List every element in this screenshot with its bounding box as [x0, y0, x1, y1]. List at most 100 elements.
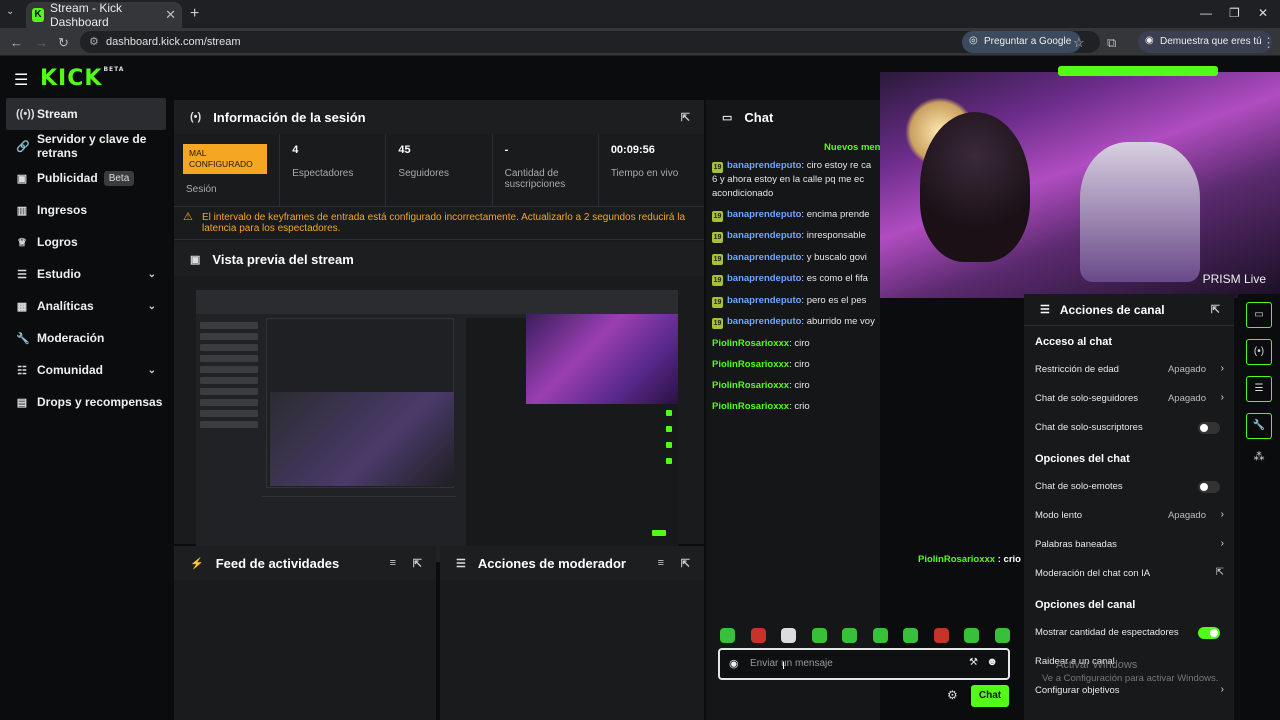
new-messages-indicator[interactable]: Nuevos men	[824, 142, 881, 153]
forward-icon[interactable]: →	[35, 35, 48, 50]
sidebar: ((•)) Stream 🔗 Servidor y clave de retrans…	[0, 98, 172, 720]
sidebar-item-server-key[interactable]: 🔗 Servidor y clave de retrans	[0, 130, 172, 162]
sub-badge: 19	[712, 162, 723, 173]
popout-icon[interactable]: ⇱	[1211, 303, 1220, 316]
popout-icon[interactable]: ⇱	[681, 111, 690, 124]
emotes-only-toggle[interactable]	[1198, 481, 1220, 493]
ask-google-button[interactable]: ◎ Preguntar a Google	[962, 31, 1082, 53]
sidebar-item-stream[interactable]: ((•)) Stream	[6, 98, 166, 130]
emote-icon[interactable]	[994, 628, 1010, 643]
chat-username[interactable]: PiolinRosarioxxx	[712, 401, 789, 412]
ai-moderation-row[interactable]: Moderación del chat con IA ⇱	[1024, 560, 1234, 589]
chat-text: : aburrido me voy	[801, 316, 875, 327]
emote-icon[interactable]	[750, 628, 766, 643]
back-icon[interactable]: ←	[10, 35, 23, 50]
chat-message: PiolinRosarioxxx: crio	[712, 400, 1022, 414]
chat-username[interactable]: banaprendeputo	[727, 295, 801, 306]
reload-icon[interactable]: ↻	[58, 35, 69, 51]
overlay-green-bar	[1058, 66, 1218, 76]
wrench-toggle-icon[interactable]: 🔧	[1246, 413, 1272, 439]
emote-icon[interactable]	[781, 628, 797, 643]
webcam-overlay: PRISM Live	[880, 72, 1280, 298]
stream-preview-video[interactable]	[196, 290, 678, 562]
filter-icon[interactable]: ≡	[390, 557, 396, 569]
chat-toggle-icon[interactable]: ▭	[1246, 302, 1272, 328]
close-window-icon[interactable]: ✕	[1258, 6, 1268, 20]
sidebar-item-moderation[interactable]: 🔧 Moderación	[0, 322, 172, 354]
slow-mode-row[interactable]: Modo lento Apagado ›	[1024, 502, 1234, 531]
section-chat-options: Opciones del chat	[1035, 453, 1130, 465]
chat-username[interactable]: PiolinRosarioxxx	[712, 359, 789, 370]
session-info-title: Información de la sesión	[213, 109, 366, 125]
warning-text: El intervalo de keyframes de entrada est…	[202, 212, 686, 234]
section-channel-options: Opciones del canal	[1035, 599, 1136, 611]
emote-icon[interactable]	[903, 628, 919, 643]
extensions-icon[interactable]: ⧉	[1107, 35, 1116, 51]
popout-icon[interactable]: ⇱	[681, 557, 690, 570]
list-icon: ☰	[1040, 304, 1050, 316]
subs-only-toggle[interactable]	[1198, 422, 1220, 434]
site-info-icon[interactable]: ⚙	[89, 35, 99, 48]
sidebar-item-studio[interactable]: ☰ Estudio ⌄	[0, 258, 172, 290]
maximize-icon[interactable]: ❐	[1229, 6, 1240, 20]
sidebar-item-label: Estudio	[37, 267, 81, 281]
profile-verify-button[interactable]: ◉ Demuestra que eres tú	[1138, 31, 1272, 53]
filter-icon[interactable]: ≡	[658, 557, 664, 569]
emote-icon[interactable]	[964, 628, 980, 643]
chat-username[interactable]: PiolinRosarioxxx	[712, 380, 789, 391]
sidebar-item-drops[interactable]: ▤ Drops y recompensas	[0, 386, 172, 418]
chat-username[interactable]: banaprendeputo	[727, 316, 801, 327]
emote-icon[interactable]	[811, 628, 827, 643]
emote-icon[interactable]	[720, 628, 735, 643]
mouse-cursor-icon: I	[782, 660, 786, 672]
watermark-line2: Ve a Configuración para activar Windows.	[1042, 673, 1219, 684]
preview-header: ▣ Vista previa del stream	[174, 242, 704, 276]
banned-words-row[interactable]: Palabras baneadas ›	[1024, 531, 1234, 560]
stream-toggle-icon[interactable]: (•)	[1246, 339, 1272, 365]
commands-icon[interactable]: ⚒	[969, 657, 978, 668]
chat-input[interactable]: ◉ Enviar un mensaje ⚒ ☻	[718, 648, 1010, 680]
more-icon[interactable]: ⁂	[1238, 450, 1280, 463]
bookmark-star-icon[interactable]: ☆	[1073, 35, 1085, 51]
kick-logo[interactable]: KICKBETA	[40, 66, 124, 91]
minimize-icon[interactable]: —	[1200, 6, 1212, 20]
chat-username[interactable]: banaprendeputo	[727, 273, 801, 284]
browser-menu-icon[interactable]: ⋮	[1262, 35, 1275, 51]
gear-icon[interactable]: ⚙	[947, 688, 958, 702]
emote-icon[interactable]	[872, 628, 888, 643]
age-restriction-row[interactable]: Restricción de edad Apagado ›	[1024, 356, 1234, 385]
chevron-down-icon: ⌄	[147, 364, 156, 376]
row-label: Mostrar cantidad de espectadores	[1035, 627, 1179, 638]
sidebar-item-achievements[interactable]: ♕ Logros	[0, 226, 172, 258]
windows-activation-watermark: Activar Windows Ve a Configuración para a…	[1042, 658, 1218, 686]
emote-icon[interactable]	[842, 628, 858, 643]
chat-username[interactable]: banaprendeputo	[727, 252, 801, 263]
chat-username[interactable]: banaprendeputo	[727, 209, 801, 220]
hamburger-menu-icon[interactable]: ☰	[14, 70, 28, 90]
chat-username[interactable]: PiolinRosarioxxx	[712, 338, 789, 349]
popout-icon[interactable]: ⇱	[413, 557, 422, 570]
stat-label: Espectadores	[292, 168, 354, 179]
followers-stat: 45 Seguidores	[386, 134, 493, 206]
emote-icon[interactable]	[933, 628, 949, 643]
preview-browser-bar	[196, 290, 678, 314]
emoji-icon[interactable]: ☻	[986, 656, 998, 668]
sidebar-item-ads[interactable]: ▣ Publicidad Beta	[0, 162, 172, 194]
sidebar-item-analytics[interactable]: ▦ Analíticas ⌄	[0, 290, 172, 322]
chat-text: : ciro	[789, 358, 810, 370]
send-chat-button[interactable]: Chat	[971, 685, 1009, 707]
close-tab-icon[interactable]: ✕	[165, 7, 176, 23]
browser-tab[interactable]: K Stream - Kick Dashboard ✕	[26, 1, 182, 29]
chat-username[interactable]: banaprendeputo	[727, 230, 801, 241]
sidebar-item-income[interactable]: ▥ Ingresos	[0, 194, 172, 226]
chevron-down-icon: ⌄	[147, 300, 156, 312]
sidebar-item-community[interactable]: ☷ Comunidad ⌄	[0, 354, 172, 386]
new-tab-icon[interactable]: +	[190, 5, 199, 23]
followers-only-row[interactable]: Chat de solo-seguidores Apagado ›	[1024, 385, 1234, 414]
show-viewers-toggle[interactable]	[1198, 627, 1220, 639]
tab-search-icon[interactable]: ⌄	[6, 6, 14, 17]
chat-message: PiolinRosarioxxx: ciro	[712, 358, 1022, 372]
url-field[interactable]: ⚙ dashboard.kick.com/stream	[80, 31, 1100, 53]
chat-username[interactable]: banaprendeputo	[727, 160, 801, 171]
list-toggle-icon[interactable]: ☰	[1246, 376, 1272, 402]
